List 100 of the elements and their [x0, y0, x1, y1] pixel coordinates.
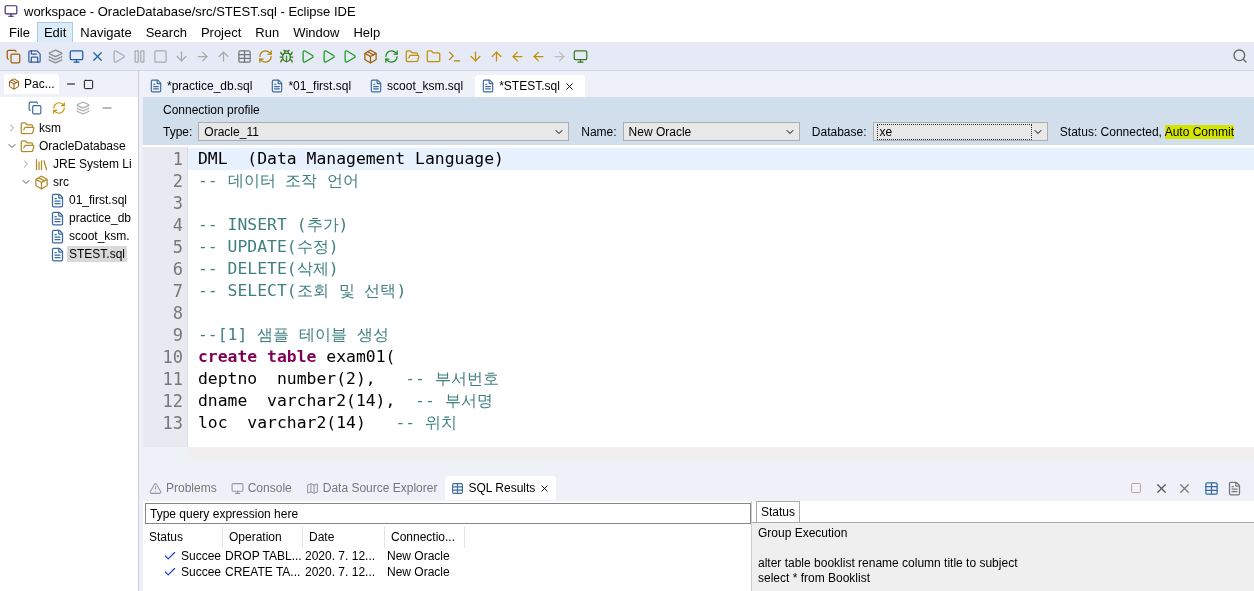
connection-status: Status: Connected, Auto Commit [1059, 124, 1234, 139]
status-text: alter table booklist rename column title to subject [758, 556, 1019, 571]
line-number: 10 [162, 346, 183, 368]
search-icon[interactable] [1232, 48, 1248, 64]
line-number: 7 [172, 280, 183, 302]
line-number: 6 [172, 258, 183, 280]
code-line: -- 데이터 조작 언어 [197, 170, 361, 192]
sql-file-icon [369, 79, 384, 93]
close-icon[interactable] [539, 482, 551, 494]
code-line: dname varchar2(14), -- 부서명 [197, 390, 494, 412]
stop-icon[interactable] [153, 48, 168, 64]
horizontal-scrollbar[interactable] [187, 447, 1254, 461]
filter-field[interactable]: Type query expression here [145, 503, 751, 524]
library-icon [34, 156, 49, 172]
sql-file-icon [50, 210, 65, 226]
next-annotation-icon[interactable] [468, 48, 483, 64]
section-title: Connection profile [163, 103, 261, 117]
package-icon[interactable] [363, 48, 378, 64]
menu-item[interactable]: Search [138, 21, 194, 43]
code-line: --[1] 샘플 테이블 생성 [197, 324, 390, 346]
tree-item[interactable]: STEST.sql [67, 246, 127, 262]
tree-item[interactable]: 01_first.sql [67, 192, 130, 208]
open-folder-icon[interactable] [405, 48, 420, 64]
column-header[interactable]: Operation [223, 526, 303, 548]
tree-item[interactable]: practice_db [67, 210, 134, 226]
run-icon[interactable] [300, 48, 315, 64]
view-tab[interactable]: Data Source Explorer [299, 476, 444, 500]
tree-item[interactable]: JRE System Li [51, 156, 134, 172]
field-label: Type: [163, 124, 193, 139]
pause-icon[interactable] [132, 48, 147, 64]
editor-tab[interactable]: scoot_ksm.sql [363, 75, 474, 97]
table-cell-text: 2020. 7. 12... [304, 548, 377, 564]
package-icon [8, 78, 20, 90]
view-tab[interactable]: Console [224, 476, 298, 500]
field-label: Database: [811, 124, 867, 139]
menu-item[interactable]: Project [193, 21, 249, 43]
resume-icon[interactable] [111, 48, 126, 64]
line-number: 9 [172, 324, 183, 346]
menu-item[interactable]: Navigate [73, 21, 139, 43]
back-icon[interactable] [531, 48, 546, 64]
table-cell: Succee [180, 565, 221, 579]
code-line: -- DELETE(삭제) [197, 258, 340, 280]
previous-annotation-icon[interactable] [489, 48, 504, 64]
code-line: deptno number(2), -- 부서번호 [197, 368, 500, 390]
monitor-icon[interactable] [69, 48, 84, 64]
document-icon[interactable] [1227, 480, 1242, 496]
line-number: 13 [162, 412, 183, 434]
table-cell-text: New Oracle [386, 564, 451, 580]
line-number: 2 [172, 170, 183, 192]
table-cell: Succee [180, 549, 221, 563]
sql-file-icon [50, 228, 65, 244]
bug-icon[interactable] [279, 48, 294, 64]
menu-item[interactable]: Help [346, 21, 388, 43]
column-header[interactable]: Status [143, 526, 223, 548]
code-line: -- INSERT (추가) [197, 214, 350, 236]
code-line: create table exam01( [197, 346, 397, 368]
forward-icon[interactable] [552, 48, 567, 64]
line-number: 11 [162, 368, 183, 390]
column-header[interactable]: Date [303, 526, 385, 548]
line-number: 12 [162, 390, 183, 412]
line-number: 4 [172, 214, 183, 236]
stop-icon[interactable] [1130, 482, 1142, 494]
maximize-icon[interactable] [82, 78, 94, 90]
code-line: -- SELECT(조회 및 선택) [197, 280, 408, 302]
view-tab[interactable]: Problems [143, 476, 223, 500]
sql-file-icon [270, 79, 285, 93]
menu-item[interactable]: File [2, 21, 37, 43]
tree-item[interactable]: OracleDatabase [37, 138, 128, 154]
name-dropdown[interactable]: New Oracle [622, 122, 800, 141]
database-dropdown[interactable]: xe [872, 122, 1048, 141]
menu-item[interactable]: Run [248, 21, 287, 43]
code-line: -- UPDATE(수정) [197, 236, 340, 258]
status-text: Group Execution [758, 526, 849, 541]
column-header[interactable]: Connectio... [385, 526, 465, 548]
menu-item[interactable]: Window [286, 21, 347, 43]
editor-tab[interactable]: *01_first.sql [264, 75, 362, 97]
panel-tab[interactable]: Pac... [4, 74, 59, 94]
editor-tab[interactable]: *practice_db.sql [143, 75, 263, 97]
warning-icon [149, 481, 162, 495]
tree-item[interactable]: ksm [37, 120, 63, 136]
tree-item[interactable]: scoot_ksm. [67, 228, 132, 244]
close-icon[interactable] [563, 80, 575, 92]
table-cell-text: New Oracle [386, 548, 451, 564]
line-number: 1 [172, 148, 183, 170]
tree-item[interactable]: src [51, 174, 71, 190]
table-cell-text: DROP TABL... [224, 548, 303, 564]
view-tab[interactable]: SQL Results [445, 476, 557, 500]
save-icon[interactable] [27, 48, 42, 64]
sql-file-icon [50, 246, 65, 262]
monitor-icon [230, 481, 244, 495]
app-icon [4, 4, 18, 18]
editor-tab[interactable]: *STEST.sql [475, 75, 585, 97]
status-text: select * from Booklist [758, 571, 872, 586]
refresh-icon[interactable] [384, 48, 399, 64]
menu-item[interactable]: Edit [36, 21, 74, 43]
field-label: Name: [581, 124, 617, 139]
table-cell-text: 2020. 7. 12... [304, 564, 377, 580]
type-dropdown[interactable]: Oracle_11 [198, 122, 570, 141]
sql-file-icon [50, 192, 65, 208]
window-title: workspace - OracleDatabase/src/STEST.sql - Eclipse IDE [24, 3, 356, 19]
